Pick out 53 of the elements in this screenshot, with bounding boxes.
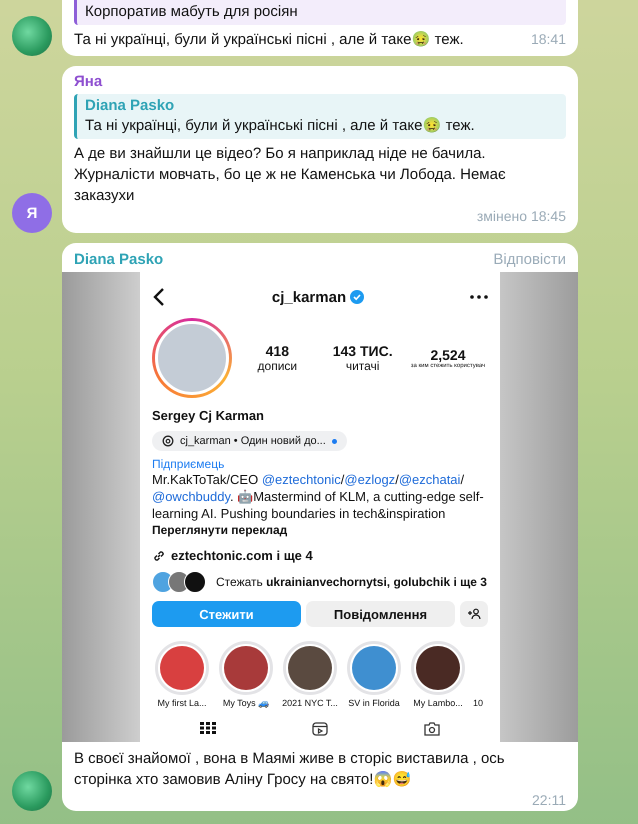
tagged-photo-icon[interactable]: [424, 722, 440, 736]
see-translation-link[interactable]: Переглянути переклад: [152, 522, 488, 538]
message-button[interactable]: Повідомлення: [306, 601, 455, 627]
highlight-label: 10: [472, 698, 483, 708]
mention-link[interactable]: @ezlogz: [344, 472, 396, 487]
follower-avatars-drawing: [152, 571, 206, 593]
story-highlight-photo-placeholder[interactable]: [283, 641, 337, 695]
mention-link[interactable]: @ezchatai: [398, 472, 460, 487]
add-person-icon: [467, 608, 481, 620]
message-text: Та ні українці, були й українські пісні , але й таке🤢 теж.: [74, 30, 464, 50]
sender-name[interactable]: Яна: [74, 73, 102, 90]
profile-username: cj_karman: [272, 288, 346, 306]
highlight-label: SV in Florida: [348, 698, 400, 708]
mention-link[interactable]: @owchbuddy: [152, 489, 230, 504]
stat-value: 2,524: [430, 347, 466, 363]
profile-bio: Mr.KakToTak/CEO @eztechtonic/@ezlogz/@ezchatai/ @owchbuddy. 🤖Mastermind of KLM, a cutting-edge self-learning AI. Pushing boundaries in tech&inspiration: [152, 471, 485, 522]
video-icon[interactable]: [312, 722, 328, 736]
message-text: А де ви знайшли це відео? Бо я наприклад ніде не бачила. Журналісти мовчать, бо це ж не Каменська чи Лобода. Немає заказухи: [74, 144, 507, 206]
message-time: змінено 18:45: [476, 207, 566, 226]
followed-by-text: Стежать ukrainianvechornytsi, golubchik і ще 3: [216, 574, 487, 590]
grid-icon[interactable]: [200, 722, 216, 734]
stat-value: 418: [266, 343, 289, 359]
message-text: В своєї знайомої , вона в Маямі живе в сторіс виставила , ось сторінка хто замовив Аліну Гросу на свято!😱😅: [74, 749, 506, 790]
message-time: 18:41: [530, 30, 566, 49]
follow-button[interactable]: Стежити: [152, 601, 301, 627]
highlight-label: My first La...: [157, 698, 206, 708]
profile-category: Підприємець: [152, 457, 226, 471]
stat-label: дописи: [258, 359, 298, 373]
threads-badge[interactable]: cj_karman • Один новий до...: [152, 431, 347, 451]
stat-label: читачі: [346, 359, 380, 373]
profile-name: Sergey Cj Karman: [152, 408, 265, 423]
sender-name[interactable]: Diana Pasko: [74, 251, 164, 268]
add-person-button[interactable]: [460, 601, 488, 627]
highlight-label: 2021 NYC T...: [282, 698, 338, 708]
back-icon[interactable]: [152, 287, 166, 307]
quote-text: Корпоратив мабуть для росіян: [85, 2, 299, 22]
quote-author: Diana Pasko: [85, 96, 176, 116]
unread-dot-icon: [332, 438, 337, 444]
quote-text: Та ні українці, були й українські пісні , але й таке🤢 теж.: [85, 116, 476, 136]
at-sign-icon: [162, 435, 174, 447]
more-icon[interactable]: [470, 295, 488, 299]
highlight-label: My Toys 🚙: [222, 698, 270, 708]
story-highlight-photo-placeholder[interactable]: [411, 641, 465, 695]
mention-link[interactable]: @eztechtonic: [262, 472, 341, 487]
user-avatar[interactable]: Я: [12, 193, 52, 233]
reply-quote[interactable]: Корпоратив мабуть для росіян: [74, 0, 566, 25]
reply-quote[interactable]: Diana Pasko Та ні українці, були й українські пісні , але й таке🤢 теж.: [74, 94, 566, 139]
message-time: 22:11: [532, 791, 566, 810]
website-link[interactable]: eztechtonic.com і ще 4: [171, 548, 313, 563]
stat-value: 143 ТИС.: [332, 343, 393, 359]
highlight-label: My Lambo...: [413, 698, 463, 708]
avatar-photo-placeholder[interactable]: [12, 16, 52, 56]
link-icon: [152, 548, 166, 562]
